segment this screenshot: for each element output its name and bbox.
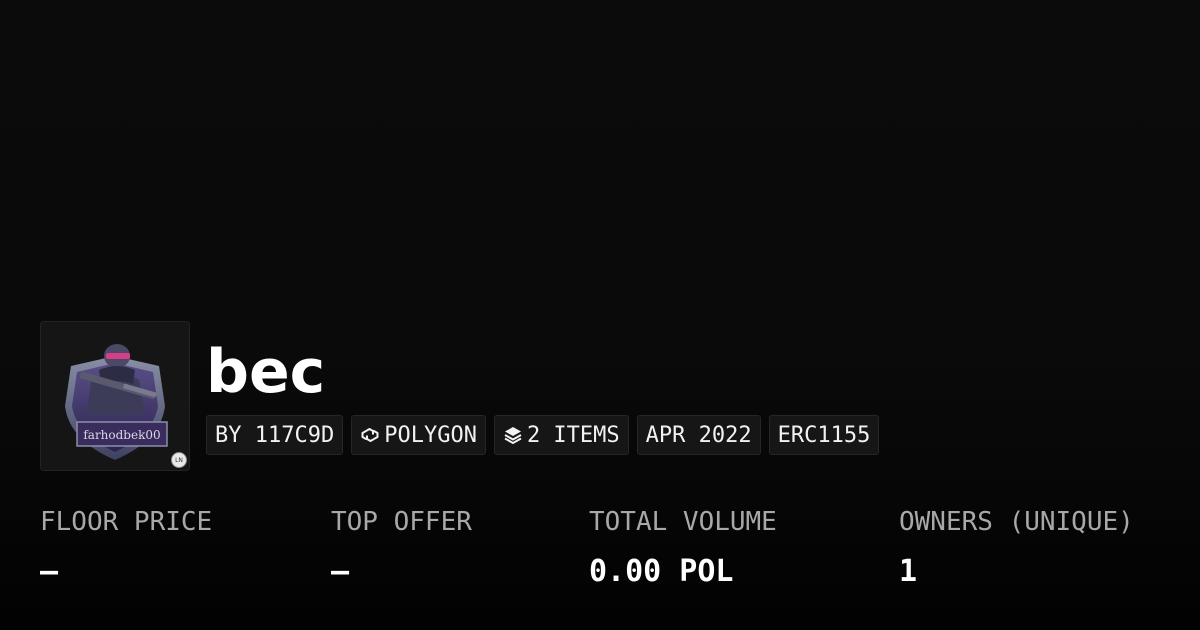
layers-icon	[503, 425, 523, 445]
creator-label: BY 117C9D	[215, 422, 335, 448]
collection-tags: BY 117C9D POLYGON 2 ITEMS APR 2022 ERC11…	[206, 415, 880, 455]
stat-value: –	[40, 554, 59, 589]
stat-value: 0.00 POL	[589, 554, 734, 589]
collection-title: bec	[206, 337, 326, 407]
stat-value: –	[331, 554, 350, 589]
standard-label: ERC1155	[777, 422, 871, 448]
chain-tag[interactable]: POLYGON	[351, 415, 486, 455]
logo-text: farhodbek00	[83, 428, 160, 442]
stat-label: FLOOR PRICE	[40, 507, 213, 537]
date-tag: APR 2022	[636, 415, 761, 455]
stat-total-volume: TOTAL VOLUME 0.00 POL	[589, 502, 777, 592]
verified-badge-icon: LN	[171, 452, 187, 468]
collection-banner	[0, 0, 1200, 320]
stat-label: OWNERS (UNIQUE)	[899, 507, 1134, 537]
polygon-icon	[360, 425, 380, 445]
creator-tag[interactable]: BY 117C9D	[206, 415, 344, 455]
stat-value: 1	[899, 554, 918, 589]
collection-logo: farhodbek00	[40, 321, 190, 471]
stat-top-offer: TOP OFFER –	[331, 502, 472, 592]
items-label: 2 ITEMS	[526, 422, 620, 448]
chain-label: POLYGON	[384, 422, 477, 448]
stat-label: TOTAL VOLUME	[589, 507, 777, 537]
stat-label: TOP OFFER	[331, 507, 472, 537]
stat-owners: OWNERS (UNIQUE) 1	[899, 502, 1134, 592]
date-label: APR 2022	[645, 422, 752, 448]
stat-floor-price: FLOOR PRICE –	[40, 502, 212, 592]
standard-tag: ERC1155	[768, 415, 880, 455]
items-tag[interactable]: 2 ITEMS	[493, 415, 629, 455]
